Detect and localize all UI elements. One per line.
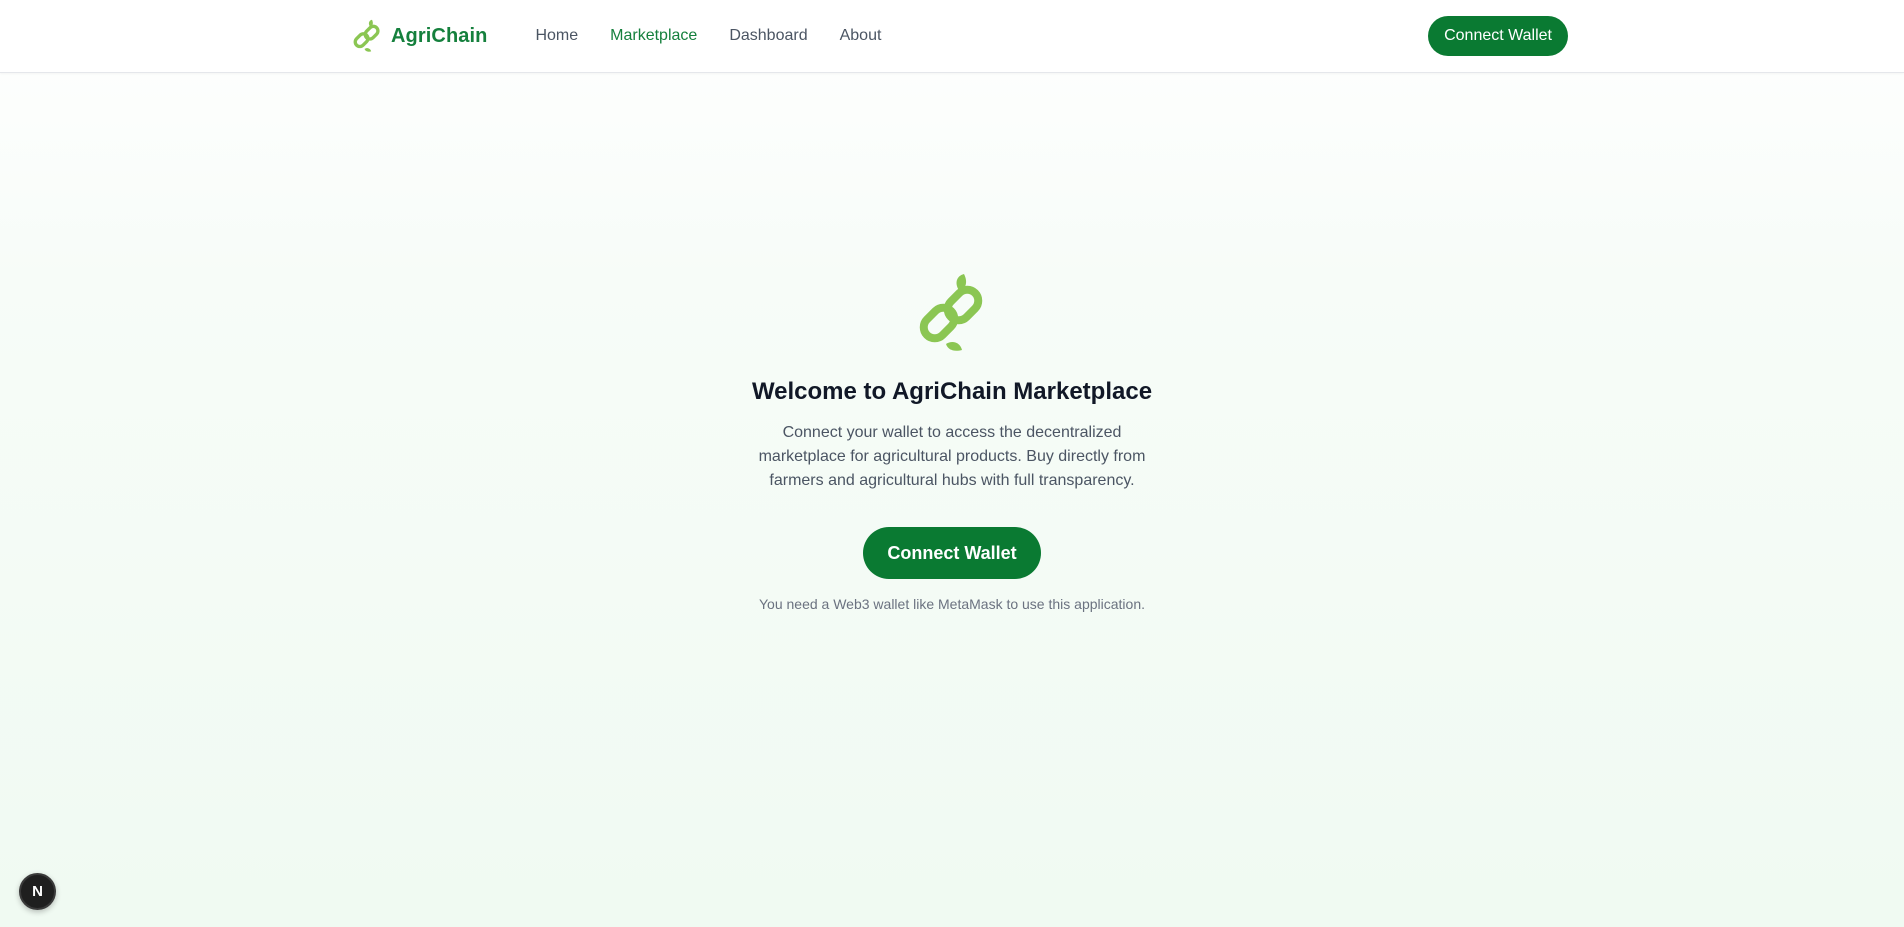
hero-note: You need a Web3 wallet like MetaMask to … <box>758 596 1145 612</box>
dev-tools-badge[interactable]: N <box>19 873 56 910</box>
nav-link-home[interactable]: Home <box>535 27 578 45</box>
brand-link[interactable]: AgriChain <box>352 18 487 54</box>
nav-connect-wallet-button[interactable]: Connect Wallet <box>1428 16 1568 56</box>
dev-badge-label: N <box>32 883 43 900</box>
nav-links: Home Marketplace Dashboard About <box>535 27 913 45</box>
chain-leaf-icon <box>353 19 380 52</box>
top-navbar: AgriChain Home Marketplace Dashboard Abo… <box>0 0 1904 73</box>
navbar-inner: AgriChain Home Marketplace Dashboard Abo… <box>352 0 1568 72</box>
hero-description: Connect your wallet to access the decent… <box>758 424 1146 489</box>
nav-link-about[interactable]: About <box>840 27 882 45</box>
nav-link-marketplace[interactable]: Marketplace <box>610 27 697 45</box>
hero-title: Welcome to AgriChain Marketplace <box>751 378 1153 405</box>
nav-link-dashboard[interactable]: Dashboard <box>729 27 807 45</box>
hero-section: Welcome to AgriChain Marketplace Connect… <box>0 272 1904 612</box>
brand-name: AgriChain <box>391 24 488 47</box>
chain-leaf-icon <box>919 274 983 351</box>
hero-connect-wallet-button[interactable]: Connect Wallet <box>863 527 1041 579</box>
